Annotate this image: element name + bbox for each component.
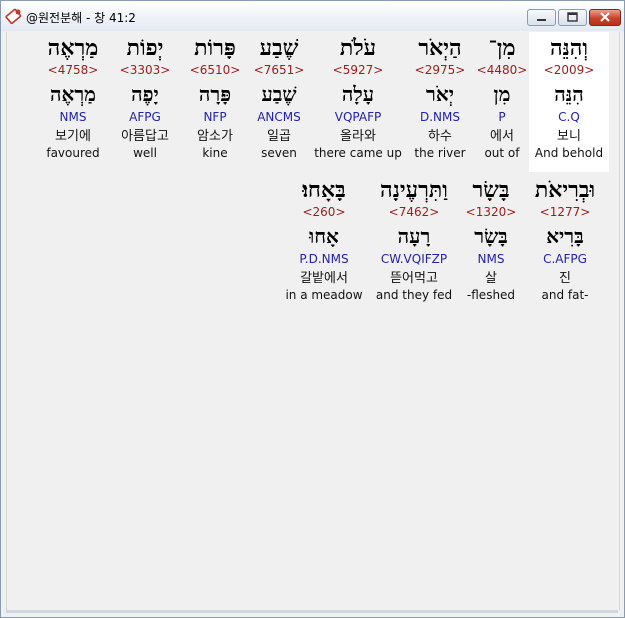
window-bottom-border (6, 610, 618, 613)
minimize-button[interactable] (527, 9, 556, 26)
morphology-code: P.D.NMS (299, 252, 349, 266)
app-window: @원전분해 - 창 41:2 וְהִנֵּה <2009> הִנֵּה C.… (0, 0, 625, 618)
english-gloss: -fleshed (466, 288, 516, 302)
hebrew-lemma: פָּרָה (198, 82, 232, 106)
word-block[interactable]: הַיְאֹר <2975> יְאֹר D.NMS 하수 the river (400, 32, 480, 172)
english-gloss: there came up (314, 146, 402, 160)
word-block[interactable]: וּבְרִיאֹת <1277> בָּרִיא C.AFPG 진 and f… (525, 174, 605, 314)
morphology-code: D.NMS (419, 110, 460, 124)
english-gloss: kine (202, 146, 228, 160)
korean-gloss: 갈밭에서 (300, 271, 348, 286)
title-bar[interactable]: @원전분해 - 창 41:2 (1, 1, 624, 31)
word-block[interactable]: יְפוֹת <3303> יָפֶה AFPG 아름답고 well (105, 32, 185, 172)
strong-number-link[interactable]: <1320> (451, 205, 531, 220)
word-block[interactable]: בָּשָׂר <1320> בָּשָׂר NMS 살 -fleshed (451, 174, 531, 314)
strong-number-link[interactable]: <7462> (367, 205, 461, 220)
english-gloss: well (133, 146, 157, 160)
hebrew-word: עֹלֹת (339, 35, 377, 61)
strong-number-link[interactable]: <4758> (33, 63, 113, 78)
strong-number-link[interactable]: <260> (277, 205, 371, 220)
word-block[interactable]: בָּאָחוּ׃ <260> אָחוּ P.D.NMS 갈밭에서 in a … (277, 174, 371, 314)
hebrew-word: מַרְאֶה (47, 35, 99, 61)
word-block[interactable]: עֹלֹת <5927> עָלָה VQPAFP 올라와 there came… (313, 32, 403, 172)
word-block[interactable]: וַתִּרְעֶינָה <7462> רָעָה CW.VQIFZP 뜯어먹… (367, 174, 461, 314)
hebrew-lemma: רָעָה (397, 224, 431, 248)
korean-gloss: 아름답고 (121, 129, 169, 144)
korean-gloss: 살 (485, 271, 497, 286)
strong-number-link[interactable]: <6510> (175, 63, 255, 78)
korean-gloss: 뜯어먹고 (390, 271, 438, 286)
hebrew-word: פָּרוֹת (194, 35, 236, 61)
hebrew-lemma: עָלָה (341, 82, 375, 106)
morphology-code: NMS (59, 110, 87, 124)
korean-gloss: 암소가 (197, 129, 233, 144)
word-block[interactable]: פָּרוֹת <6510> פָּרָה NFP 암소가 kine (175, 32, 255, 172)
english-gloss: favoured (46, 146, 100, 160)
minimize-icon (528, 10, 555, 29)
hebrew-lemma: בָּשָׂר (474, 224, 508, 248)
hebrew-word: בָּשָׂר (472, 177, 510, 203)
hebrew-word: וַתִּרְעֶינָה (380, 177, 448, 203)
morphology-code: NMS (477, 252, 505, 266)
word-block[interactable]: מַרְאֶה <4758> מַרְאֶה NMS 보기에 favoured (33, 32, 113, 172)
strong-number-link[interactable]: <3303> (105, 63, 185, 78)
strong-number-link[interactable]: <1277> (525, 205, 605, 220)
morphology-code: NFP (203, 110, 227, 124)
morphology-code: CW.VQIFZP (380, 252, 448, 266)
strong-number-link[interactable]: <5927> (313, 63, 403, 78)
hebrew-word: הַיְאֹר (418, 35, 462, 61)
hebrew-lemma: יָפֶה (131, 82, 159, 106)
hebrew-word: וּבְרִיאֹת (534, 177, 596, 203)
korean-gloss: 보기에 (55, 129, 91, 144)
english-gloss: in a meadow (285, 288, 363, 302)
morphology-code: AFPG (129, 110, 161, 124)
korean-gloss: 진 (559, 271, 571, 286)
hebrew-lemma: יְאֹר (426, 82, 454, 106)
english-gloss: and fat- (541, 288, 589, 302)
hebrew-word: יְפוֹת (126, 35, 164, 61)
verse-panel: וְהִנֵּה <2009> הִנֵּה C.Q 보니 And behold… (6, 32, 620, 610)
english-gloss: the river (414, 146, 466, 160)
maximize-button[interactable] (558, 9, 587, 26)
hebrew-lemma: אָחוּ (309, 224, 339, 248)
korean-gloss: 올라와 (340, 129, 376, 144)
close-button[interactable] (589, 9, 621, 26)
maximize-icon (559, 10, 586, 29)
hebrew-lemma: מַרְאֶה (49, 82, 97, 106)
strong-number-link[interactable]: <2975> (400, 63, 480, 78)
english-gloss: and they fed (375, 288, 453, 302)
app-logo-icon[interactable] (5, 7, 23, 25)
korean-gloss: 하수 (428, 129, 452, 144)
morphology-code: C.AFPG (543, 252, 587, 266)
window-title: @원전분해 - 창 41:2 (26, 11, 136, 25)
hebrew-word: בָּאָחוּ׃ (302, 177, 346, 203)
hebrew-lemma: בָּרִיא (546, 224, 584, 248)
close-icon (590, 10, 620, 29)
morphology-code: VQPAFP (334, 110, 382, 124)
